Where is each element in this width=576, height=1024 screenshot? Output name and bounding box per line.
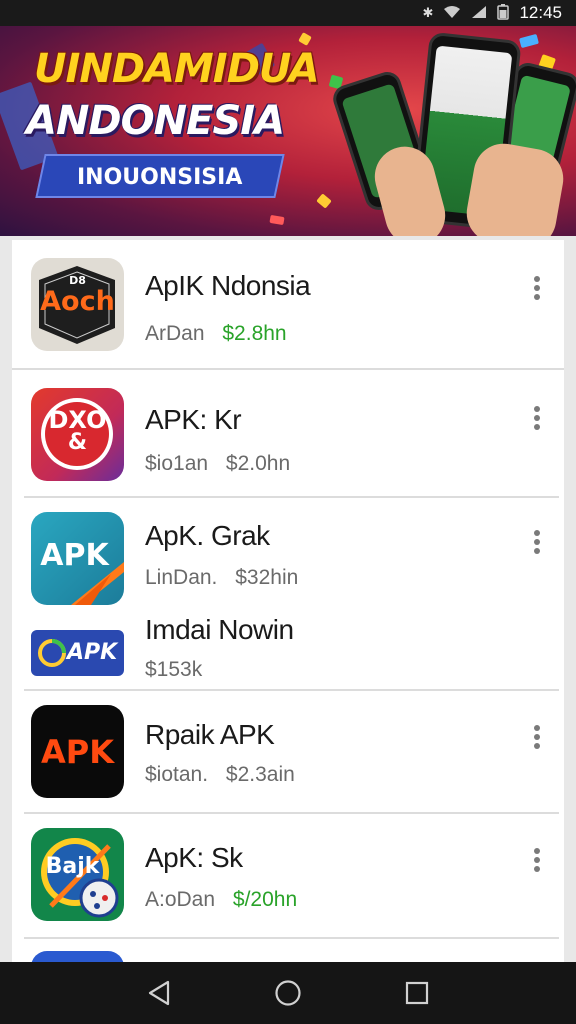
confetti-shape [316,193,332,209]
list-item-app-4[interactable]: APK Rpaik APK $iotan. $2.3ain [24,691,559,811]
battery-icon [497,3,510,23]
app-icon: DXO & [31,388,124,481]
overflow-menu-icon[interactable] [530,530,544,560]
bluetooth-icon: ✱ [422,5,434,20]
overflow-menu-icon[interactable] [530,406,544,436]
status-time: 12:45 [519,3,562,22]
app-icon: Bajk [31,828,124,921]
app-icon-graphic [38,639,66,667]
app-author: LinDan. [145,566,218,589]
status-bar: ✱ 12:45 [0,0,576,26]
app-name: Rpaik APK [145,719,275,750]
app-meta: $iotan. $2.3ain [145,763,295,787]
app-price: $2.8hn [222,322,287,345]
overflow-menu-icon[interactable] [530,276,544,306]
app-name: Imdai Nowin [145,614,294,645]
signal-icon [471,5,487,22]
confetti-shape [298,32,312,46]
app-list-card: D8 Aoch ApIK Ndonsia ArDan $2.8hn DXO & … [12,240,564,962]
app-icon: APK [31,705,124,798]
confetti-shape [269,214,285,226]
app-author: A:oDan [145,888,216,911]
list-item-app-3[interactable]: APK ApK. Grak LinDan. $32hin APK Imdai N… [24,498,559,688]
app-icon-label: APK [40,538,109,573]
app-price: $2.3ain [225,763,295,786]
list-item-app-5[interactable]: Bajk ApK: Sk A:oDan $/20hn [24,814,559,936]
list-item-app-1[interactable]: D8 Aoch ApIK Ndonsia ArDan $2.8hn [24,240,559,368]
back-icon[interactable] [139,973,179,1013]
banner-pill-label: INOUONSISIA [76,165,243,190]
banner-pill: INOUONSISIA [35,154,285,198]
app-icon-small: APK [31,630,124,676]
app-icon-label: Bajk [45,854,100,879]
overflow-menu-icon[interactable] [530,725,544,755]
app-author: $io1an [145,452,209,475]
app-icon: APK [31,512,124,605]
system-nav-bar [0,962,576,1024]
app-name: APK: Kr [145,404,242,435]
app-meta: $io1an $2.0hn [145,452,290,476]
app-icon-label: Aoch [40,286,115,317]
banner-title-line1: UINDAMIDUA [34,46,320,92]
promo-banner[interactable]: UINDAMIDUA ANDONESIA INOUONSISIA [0,26,576,236]
app-list: D8 Aoch ApIK Ndonsia ArDan $2.8hn DXO & … [0,236,576,962]
app-price: $/20hn [232,888,298,911]
recents-icon[interactable] [397,973,437,1013]
app-author: ArDan [145,322,205,345]
app-icon [31,951,124,962]
banner-title-line2: ANDONESIA [26,98,285,144]
app-meta: A:oDan $/20hn [145,888,297,912]
app-price: $153k [145,658,203,681]
app-author: $iotan. [145,763,209,786]
list-item-app-2[interactable]: DXO & APK: Kr $io1an $2.0hn [24,370,559,496]
app-meta: ArDan $2.8hn [145,322,287,346]
app-meta: LinDan. $32hin [145,566,298,590]
confetti-shape [519,33,539,49]
app-icon-label: APK [67,640,118,665]
app-icon: D8 Aoch [31,258,124,351]
wifi-icon [443,5,461,22]
home-icon[interactable] [268,973,308,1013]
list-item-partial[interactable] [24,939,559,962]
app-icon-sublabel: & [67,430,88,455]
app-name: ApK: Sk [145,842,243,873]
app-name: ApK. Grak [145,520,270,551]
app-meta: $153k [145,658,202,682]
app-price: $2.0hn [225,452,291,475]
app-icon-label: APK [40,733,114,771]
app-price: $32hin [235,566,299,589]
app-name: ApIK Ndonsia [145,270,311,301]
overflow-menu-icon[interactable] [530,848,544,878]
